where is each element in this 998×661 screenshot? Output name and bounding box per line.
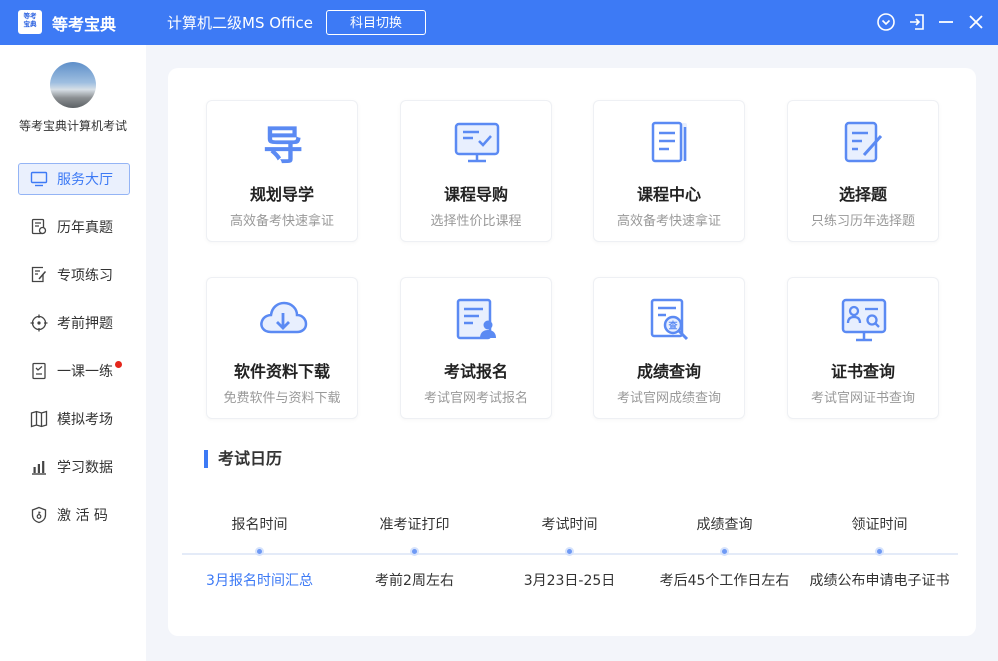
subject-title: 计算机二级MS Office: [167, 14, 314, 32]
certificate-search-icon: [838, 294, 890, 346]
course-screen-icon: [451, 117, 503, 169]
document-list-icon: [644, 117, 696, 169]
calendar-item-registration: 报名时间 3月报名时间汇总: [182, 514, 337, 590]
svg-text:导: 导: [263, 123, 303, 169]
sidebar-item-service-hall[interactable]: 服务大厅: [18, 163, 130, 195]
card-course-purchase[interactable]: 课程导购 选择性价比课程: [400, 100, 552, 242]
sidebar-item-prediction[interactable]: 考前押题: [18, 307, 130, 339]
timeline-dot: [875, 547, 884, 556]
service-hall-panel: 导 规划导学 高效备考快速拿证 课程导购 选择性价比课程 课程中心 高效备考快速…: [168, 68, 976, 636]
timeline-dot: [565, 547, 574, 556]
sidebar: 等考宝典计算机考试 服务大厅 历年真题 专项练习 考前押题 一课一练 模拟考场 …: [0, 45, 146, 661]
calendar-item-certificate: 领证时间 成绩公布申请电子证书: [809, 517, 950, 589]
close-icon[interactable]: [964, 10, 988, 34]
sidebar-item-learning-data[interactable]: 学习数据: [18, 451, 130, 483]
bar-chart-icon: [29, 457, 49, 477]
monitor-icon: [29, 169, 49, 189]
sidebar-item-special-practice[interactable]: 专项练习: [18, 259, 130, 291]
subject-switch-button[interactable]: 科目切换: [326, 10, 426, 35]
registration-summary-link[interactable]: 3月报名时间汇总: [182, 570, 337, 590]
calendar-item-admission-ticket: 准考证打印 考前2周左右: [375, 517, 454, 589]
cloud-download-icon: [257, 294, 309, 346]
exam-paper-icon: [29, 217, 49, 237]
card-software-download[interactable]: 软件资料下载 免费软件与资料下载: [206, 277, 358, 419]
app-logo: 等考 宝典: [18, 10, 42, 34]
timeline-dot: [410, 547, 419, 556]
sidebar-item-activation-code[interactable]: 激 活 码: [18, 499, 130, 531]
logout-icon[interactable]: [905, 10, 929, 34]
sidebar-nav: 服务大厅 历年真题 专项练习 考前押题 一课一练 模拟考场 学习数据 激 活 码: [18, 163, 130, 547]
sidebar-item-past-exams[interactable]: 历年真题: [18, 211, 130, 243]
card-score-query[interactable]: 查 成绩查询 考试官网成绩查询: [593, 277, 745, 419]
svg-text:查: 查: [667, 320, 678, 332]
score-search-icon: 查: [644, 294, 696, 346]
shield-key-icon: [29, 505, 49, 525]
avatar[interactable]: [50, 62, 96, 108]
notification-badge: [115, 360, 122, 368]
dao-icon: 导: [257, 117, 309, 169]
register-icon: [451, 294, 503, 346]
app-name: 等考宝典: [52, 15, 117, 34]
timeline-dot: [720, 547, 729, 556]
username: 等考宝典计算机考试: [18, 119, 127, 133]
book-icon: [29, 409, 49, 429]
card-course-center[interactable]: 课程中心 高效备考快速拿证: [593, 100, 745, 242]
title-bar: 等考 宝典 等考宝典 计算机二级MS Office 科目切换: [0, 0, 998, 45]
sidebar-item-lesson-practice[interactable]: 一课一练: [18, 355, 130, 387]
card-multiple-choice[interactable]: 选择题 只练习历年选择题: [787, 100, 939, 242]
card-certificate-query[interactable]: 证书查询 考试官网证书查询: [787, 277, 939, 419]
card-study-plan[interactable]: 导 规划导学 高效备考快速拿证: [206, 100, 358, 242]
dropdown-menu-icon[interactable]: [874, 10, 898, 34]
minimize-icon[interactable]: [934, 10, 958, 34]
checklist-icon: [29, 361, 49, 381]
calendar-item-score-query: 成绩查询 考后45个工作日左右: [659, 517, 790, 589]
exam-calendar-title: 考试日历: [204, 450, 282, 468]
edit-doc-icon: [838, 117, 890, 169]
timeline-dot: [255, 547, 264, 556]
target-icon: [29, 313, 49, 333]
edit-doc-icon: [29, 265, 49, 285]
calendar-item-exam-time: 考试时间 3月23日-25日: [523, 517, 616, 589]
sidebar-item-mock-exam[interactable]: 模拟考场: [18, 403, 130, 435]
card-exam-registration[interactable]: 考试报名 考试官网考试报名: [400, 277, 552, 419]
